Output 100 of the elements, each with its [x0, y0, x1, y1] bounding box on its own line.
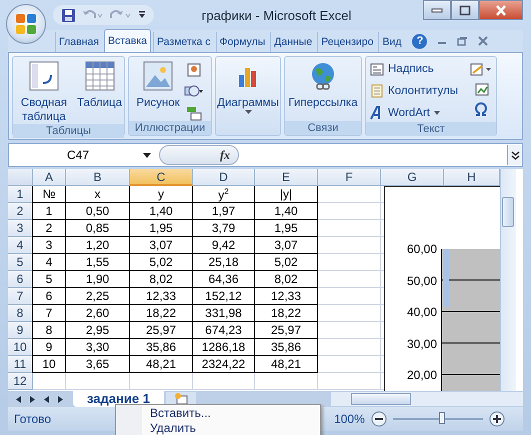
row-header[interactable]: 1 [8, 186, 33, 203]
table-cell: 35,86 [254, 339, 318, 356]
dropdown-icon [434, 111, 440, 115]
column-header[interactable]: G [381, 169, 444, 186]
table-cell: 12,33 [254, 288, 318, 305]
row-header[interactable]: 4 [8, 237, 33, 254]
picture-icon [143, 61, 173, 91]
column-header[interactable]: B [66, 169, 130, 186]
empty-cell [318, 288, 381, 305]
table-cell: 1,40 [254, 203, 318, 220]
table-cell: 18,22 [254, 305, 318, 322]
zoom-in-button[interactable] [488, 411, 505, 427]
empty-cell [130, 373, 193, 390]
table-icon [84, 61, 114, 91]
zoom-out-button[interactable] [370, 411, 387, 427]
column-header[interactable]: D [193, 169, 255, 186]
charts-button[interactable]: Диаграммы [217, 61, 279, 114]
menu-item[interactable]: Вставить... [144, 406, 318, 421]
column-header[interactable]: E [255, 169, 318, 186]
table-cell: 3,07 [254, 237, 318, 254]
empty-cell [318, 203, 381, 220]
text-box-button[interactable]: Надпись [370, 60, 458, 78]
menu-item[interactable]: Удалить [144, 421, 318, 435]
picture-button[interactable]: Рисунок [136, 61, 180, 110]
column-header[interactable]: C [130, 169, 193, 186]
table-cell: 8 [32, 322, 66, 339]
table-cell: 9 [32, 339, 66, 356]
axis-label: 30,00 [406, 336, 437, 352]
empty-cell [318, 322, 381, 339]
column-header[interactable]: H [444, 169, 500, 186]
empty-cell [66, 373, 130, 390]
hyperlink-button[interactable]: Гиперссылка [288, 61, 358, 110]
omega-icon[interactable] [474, 102, 488, 116]
group-label: Иллюстрации [129, 121, 211, 135]
row-header[interactable]: 12 [8, 373, 33, 390]
table-cell: 10 [32, 356, 66, 373]
close-icon[interactable] [478, 36, 488, 46]
help-button[interactable]: ? [412, 34, 428, 48]
table-cell: 1 [32, 203, 66, 220]
group-label: Связи [285, 121, 361, 135]
empty-cell [318, 186, 381, 203]
dropdown-icon [143, 152, 151, 158]
row-header[interactable]: 6 [8, 271, 33, 288]
window-title: графики - Microsoft Excel [200, 8, 352, 22]
empty-cell [318, 271, 381, 288]
close-button[interactable] [479, 0, 523, 20]
minimize-icon [431, 7, 443, 13]
row-header[interactable]: 3 [8, 220, 33, 237]
zoom-slider-thumb[interactable] [439, 412, 446, 424]
table-cell: 5,02 [254, 254, 318, 271]
table-cell: 5 [32, 271, 66, 288]
insert-function-button[interactable]: fx [159, 145, 239, 165]
ribbon-tab[interactable]: Вставка [104, 29, 151, 52]
row-header[interactable]: 11 [8, 356, 33, 373]
minimize-button[interactable] [423, 0, 451, 20]
page-icon [370, 84, 384, 98]
restore-icon[interactable] [457, 36, 468, 46]
header-footer-button[interactable]: Колонтитулы [370, 82, 458, 100]
row-header[interactable]: 10 [8, 339, 33, 356]
row-header[interactable]: 7 [8, 288, 33, 305]
name-box[interactable]: C47 [9, 145, 159, 165]
horizontal-scrollbar[interactable] [331, 392, 523, 406]
wordart-button[interactable]: WordArt [370, 104, 458, 122]
table-button[interactable]: Таблица [76, 61, 122, 110]
maximize-button[interactable] [451, 0, 479, 20]
sheet-tab[interactable]: задание 1 [73, 391, 164, 407]
table-cell: 6 [32, 288, 66, 305]
office-button[interactable] [6, 4, 46, 44]
double-chevron-icon [510, 150, 520, 160]
column-header[interactable]: A [33, 169, 66, 186]
customize-icon[interactable] [138, 10, 146, 20]
expand-button[interactable] [507, 145, 522, 165]
dropdown-icon [244, 110, 252, 114]
table-cell: 3 [32, 237, 66, 254]
column-header[interactable]: F [318, 169, 381, 186]
empty-cell [318, 339, 381, 356]
maximize-icon [459, 4, 471, 16]
empty-cell [318, 254, 381, 271]
vertical-scrollbar[interactable] [500, 169, 516, 391]
empty-cell [318, 237, 381, 254]
row-header[interactable]: 2 [8, 203, 33, 220]
save-icon[interactable] [61, 8, 76, 22]
pivot-table-button[interactable]: Сводная таблица [14, 61, 73, 124]
empty-cell [255, 373, 318, 390]
table-cell: 2 [32, 220, 66, 237]
empty-cell [318, 305, 381, 322]
row-header[interactable]: 5 [8, 254, 33, 271]
table-cell: 8,02 [254, 271, 318, 288]
table-cell: y$^{2}$ [192, 186, 255, 203]
close-icon [495, 4, 507, 16]
shapes-icon[interactable] [184, 83, 204, 99]
empty-cell [193, 373, 255, 390]
table-cell: |y| [254, 186, 318, 203]
group-label: Таблицы [13, 124, 124, 138]
table-cell: 48,21 [254, 356, 318, 373]
row-header[interactable]: 9 [8, 322, 33, 339]
row-header[interactable]: 8 [8, 305, 33, 322]
axis-label: 60,00 [406, 241, 437, 258]
table-cell: 4 [32, 254, 66, 271]
zoom-level: 100% [334, 412, 365, 426]
